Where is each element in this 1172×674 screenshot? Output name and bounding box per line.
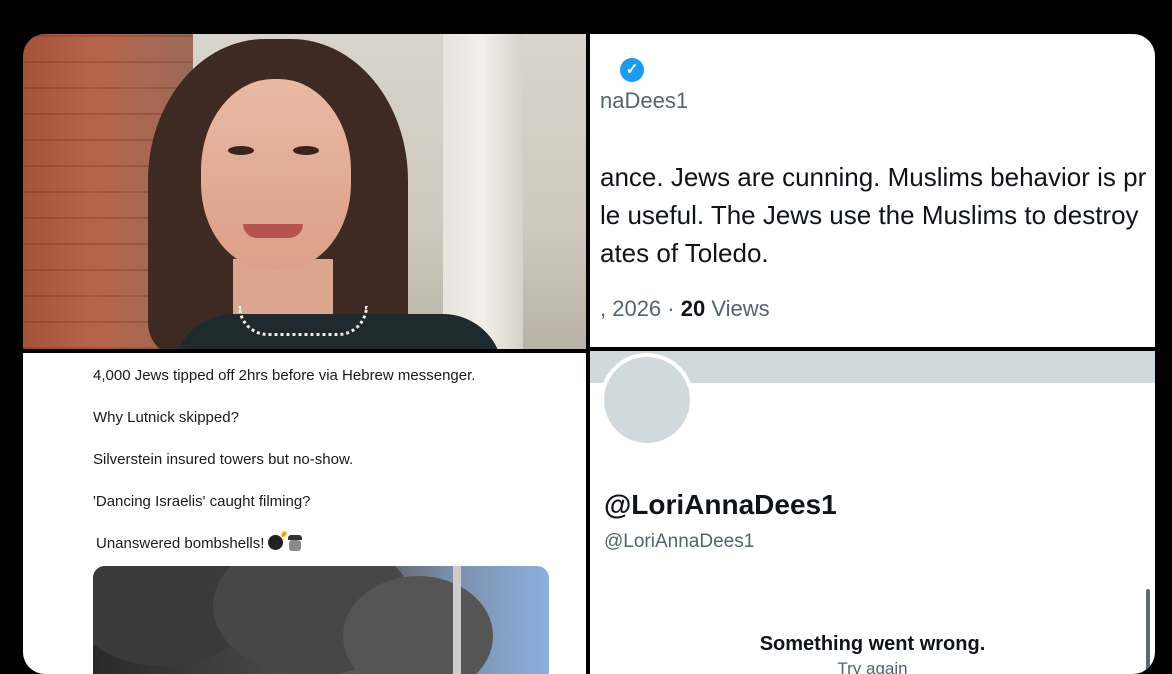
post-line: Silverstein insured towers but no-show.: [93, 451, 354, 468]
avatar[interactable]: [600, 353, 694, 447]
post-card[interactable]: 4,000 Jews tipped off 2hrs before via He…: [23, 353, 586, 674]
profile-handle: @LoriAnnaDees1: [604, 531, 755, 552]
error-message: Something went wrong.: [759, 633, 986, 655]
scrollbar[interactable]: [1146, 589, 1150, 671]
tweet-handle[interactable]: naDees1: [600, 88, 688, 114]
post-line: Why Lutnick skipped?: [93, 409, 239, 426]
pearl-necklace: [238, 306, 368, 336]
tweet-meta: , 2026 · 20 Views: [600, 296, 770, 322]
pillar: [443, 34, 523, 349]
views-label: Views: [711, 296, 770, 321]
tweet-card[interactable]: ✓ naDees1 ance. Jews are cunning. Muslim…: [590, 34, 1155, 347]
post-text: 4,000 Jews tipped off 2hrs before via He…: [93, 367, 573, 577]
tower-smoke-image[interactable]: [93, 566, 549, 674]
profile-name: @LoriAnnaDees1: [604, 489, 837, 520]
bomb-emoji: [268, 535, 284, 550]
try-again-button[interactable]: Try again: [590, 659, 1155, 674]
detective-emoji: [287, 535, 303, 551]
tweet-line: ance. Jews are cunning. Muslims behavior…: [600, 162, 1147, 192]
verified-badge-icon: ✓: [620, 58, 644, 82]
tower-antenna: [453, 566, 461, 674]
tweet-text: ance. Jews are cunning. Muslims behavior…: [600, 158, 1155, 272]
tweet-line: le useful. The Jews use the Muslims to d…: [600, 200, 1139, 230]
screenshot-collage: ✓ naDees1 ance. Jews are cunning. Muslim…: [23, 34, 1155, 674]
portrait-image: [23, 34, 586, 349]
views-count: 20: [680, 296, 706, 321]
smile: [243, 224, 303, 238]
profile-card: @LoriAnnaDees1 @LoriAnnaDees1 Something …: [590, 351, 1155, 674]
tweet-date: , 2026 ·: [600, 296, 681, 321]
face: [201, 79, 351, 269]
portrait-photo: [23, 34, 586, 349]
tweet-line: ates of Toledo.: [600, 238, 769, 268]
post-line: 'Dancing Israelis' caught filming?: [93, 493, 311, 510]
post-line: 4,000 Jews tipped off 2hrs before via He…: [93, 367, 476, 384]
